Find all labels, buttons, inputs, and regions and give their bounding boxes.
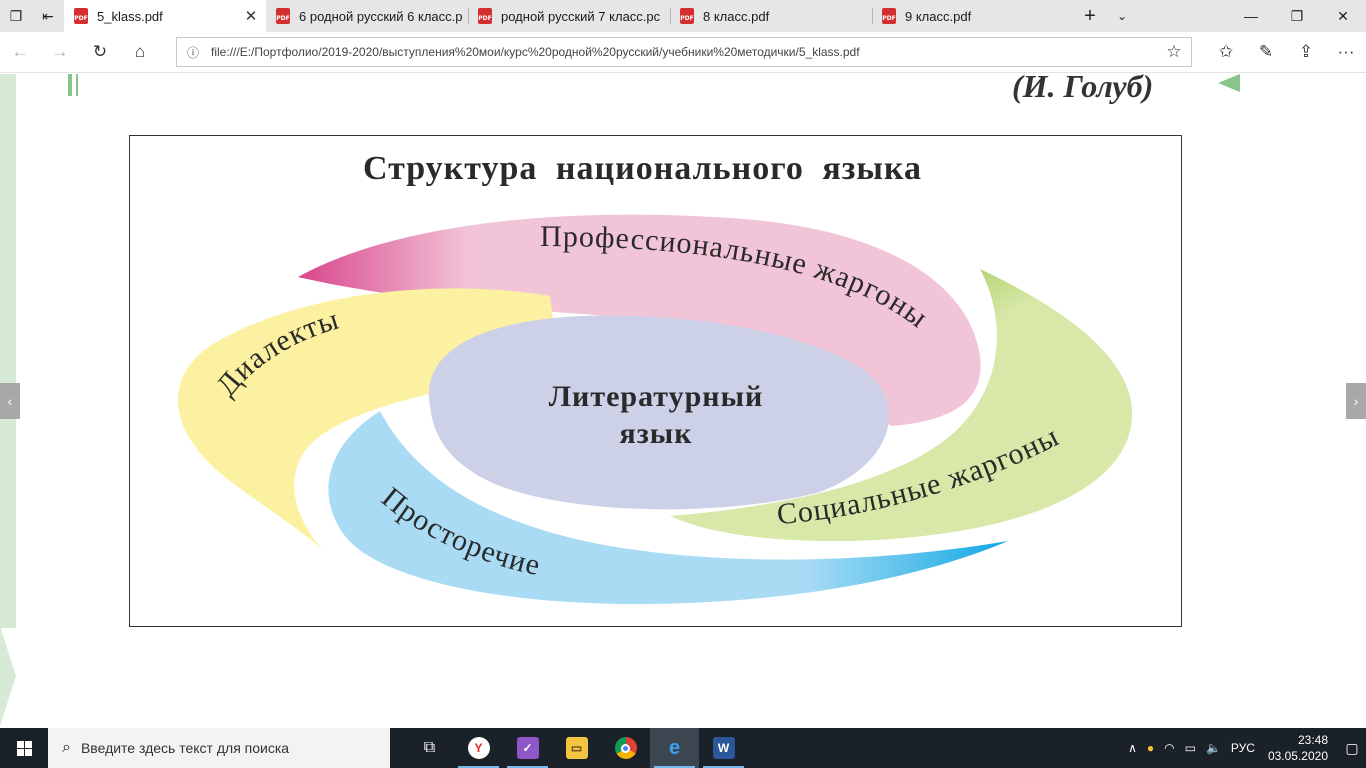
new-tab-icon[interactable]: + [1074, 0, 1106, 32]
tab-6-klass[interactable]: PDF 6 родной русский 6 класс.р [266, 0, 468, 32]
chrome-icon [614, 737, 637, 759]
show-hidden-icons-chevron-icon[interactable]: ∧ [1123, 728, 1142, 768]
app-icon: ✓ [516, 737, 539, 759]
more-icon[interactable]: ··· [1326, 32, 1366, 72]
tab-5-klass[interactable]: PDF 5_klass.pdf ✕ [64, 0, 266, 32]
task-view-icon: ⧉ [423, 739, 436, 756]
tab-preview-chevron-icon[interactable]: ⌄ [1106, 0, 1138, 32]
clock-time: 23:48 [1297, 733, 1328, 747]
next-page-icon[interactable]: › [1346, 383, 1366, 419]
pen-icon[interactable]: ✎ [1246, 32, 1286, 72]
chrome-button[interactable] [601, 728, 650, 768]
page-decoration-bar [76, 74, 78, 96]
clock-date: 03.05.2020 [1267, 749, 1328, 763]
close-tab-icon[interactable]: ✕ [236, 7, 266, 25]
security-tray-icon[interactable]: ● [1142, 728, 1159, 768]
wifi-icon[interactable]: ◠ [1159, 728, 1179, 768]
set-tabs-aside-icon[interactable]: ⇤ [32, 0, 64, 32]
forward-arrow-icon[interactable]: → [40, 32, 80, 72]
home-icon[interactable]: ⌂ [120, 32, 160, 72]
tab-7-klass[interactable]: PDF родной русский 7 класс.pc [468, 0, 670, 32]
tab-8-klass[interactable]: PDF 8 класс.pdf [670, 0, 872, 32]
refresh-icon[interactable]: ↻ [80, 32, 120, 72]
quote-author: (И. Голуб) [1012, 74, 1154, 104]
tab-title: 9 класс.pdf [905, 8, 972, 24]
info-icon[interactable]: ⓘ [187, 44, 199, 61]
tab-manager-icon[interactable]: ❐ [0, 0, 32, 32]
search-icon: ⌕ [62, 739, 71, 756]
page-margin-decoration [0, 74, 16, 628]
windows-logo-icon [16, 740, 32, 756]
tab-title: 6 родной русский 6 класс.р [299, 8, 463, 24]
tab-title: родной русский 7 класс.pc [501, 8, 661, 24]
pdf-file-icon: PDF [478, 8, 492, 24]
task-view-button[interactable]: ⧉ [405, 728, 454, 768]
yandex-browser-icon: Y [467, 737, 490, 759]
page-decoration-bar [68, 74, 72, 96]
language-structure-diagram: Профессиональные жаргоны Диалекты Социал… [177, 214, 1133, 605]
system-tray: ∧ ● ◠ ▭ 🔈 РУС 23:48 03.05.2020 ▢ [1123, 728, 1366, 768]
edge-button[interactable]: e [650, 728, 699, 768]
file-explorer-icon: ▭ [565, 737, 588, 759]
restore-icon[interactable]: ❐ [1274, 0, 1320, 32]
clock[interactable]: 23:48 03.05.2020 [1260, 732, 1338, 764]
share-icon[interactable]: ⇪ [1286, 32, 1326, 72]
pdf-file-icon: PDF [276, 8, 290, 24]
volume-icon[interactable]: 🔈 [1201, 728, 1226, 768]
pdf-file-icon: PDF [74, 8, 88, 24]
url-text[interactable]: file:///E:/Портфолио/2019-2020/выступлен… [211, 45, 1157, 59]
tab-strip: ❐ ⇤ PDF 5_klass.pdf ✕ PDF 6 родной русск… [0, 0, 1366, 32]
minimize-icon[interactable]: — [1228, 0, 1274, 32]
edge-icon: e [668, 736, 681, 759]
word-icon: W [712, 737, 735, 759]
page-decoration-corner [0, 626, 16, 726]
language-structure-figure: Структура национального языка Профессион… [129, 135, 1182, 627]
favorite-star-icon[interactable]: ☆ [1157, 42, 1191, 62]
back-arrow-icon[interactable]: ← [0, 32, 40, 72]
windows-taskbar: ⌕ Введите здесь текст для поиска ⧉ Y ✓ ▭… [0, 728, 1366, 768]
start-button[interactable] [0, 728, 48, 768]
notification-icon[interactable]: ▢ [1338, 728, 1366, 768]
yandex-browser-button[interactable]: Y [454, 728, 503, 768]
pdf-file-icon: PDF [882, 8, 896, 24]
close-window-icon[interactable]: ✕ [1320, 0, 1366, 32]
navigation-bar: ← → ↻ ⌂ ⓘ file:///E:/Портфолио/2019-2020… [0, 32, 1366, 73]
page-decoration-triangle [1218, 74, 1240, 92]
app-button[interactable]: ✓ [503, 728, 552, 768]
pdf-viewer[interactable]: (И. Голуб) ‹ › Структура национального я… [0, 74, 1366, 728]
tab-9-klass[interactable]: PDF 9 класс.pdf [872, 0, 1074, 32]
taskbar-search-box[interactable]: ⌕ Введите здесь текст для поиска [48, 728, 390, 768]
previous-page-icon[interactable]: ‹ [0, 383, 20, 419]
tab-title: 5_klass.pdf [97, 8, 163, 24]
pdf-file-icon: PDF [680, 8, 694, 24]
word-button[interactable]: W [699, 728, 748, 768]
center-label-line-1: Литературный [549, 380, 764, 413]
battery-icon[interactable]: ▭ [1180, 728, 1201, 768]
file-explorer-button[interactable]: ▭ [552, 728, 601, 768]
language-indicator[interactable]: РУС [1226, 728, 1260, 768]
tab-title: 8 класс.pdf [703, 8, 770, 24]
center-label-line-2: язык [620, 417, 693, 450]
favorites-icon[interactable]: ✩ [1206, 32, 1246, 72]
address-bar[interactable]: ⓘ file:///E:/Портфолио/2019-2020/выступл… [176, 37, 1192, 67]
search-placeholder: Введите здесь текст для поиска [80, 740, 290, 756]
